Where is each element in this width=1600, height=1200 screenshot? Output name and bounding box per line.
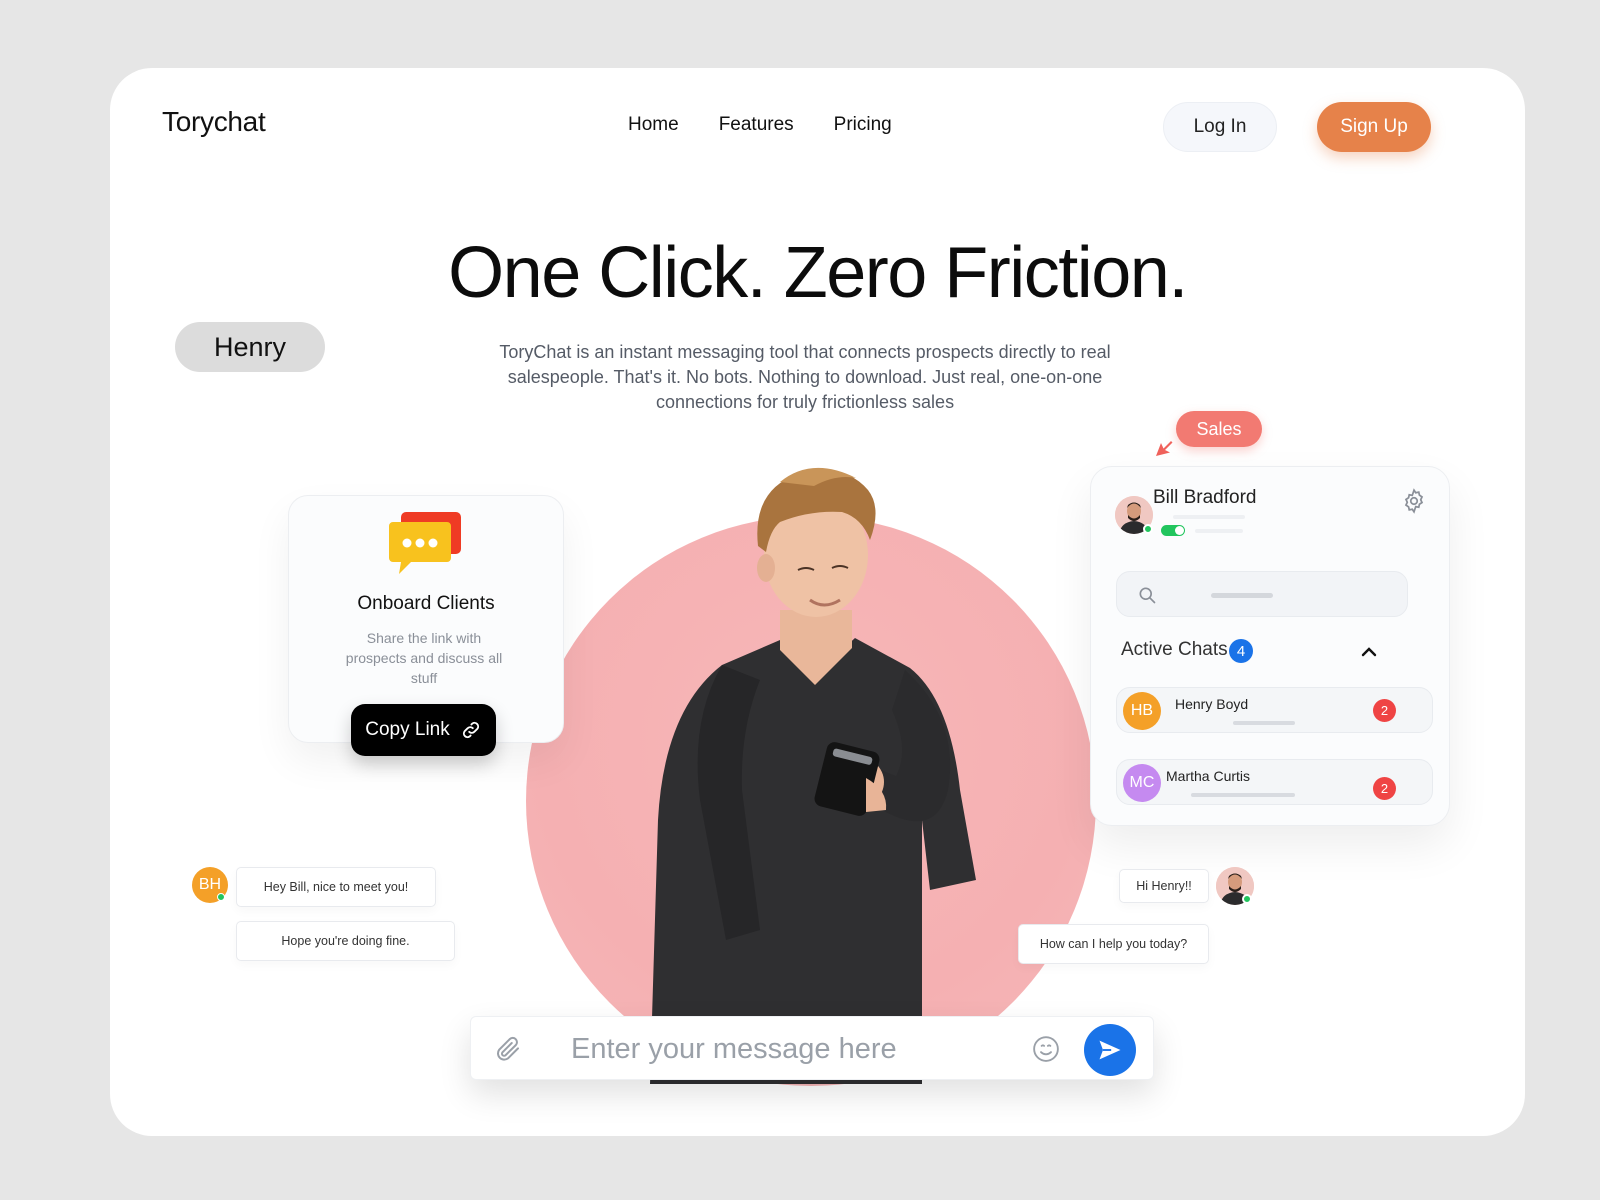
unread-badge: 2	[1373, 699, 1396, 722]
henry-tag: Henry	[175, 322, 325, 372]
availability-toggle[interactable]	[1161, 525, 1185, 536]
cursor-arrow-icon	[1156, 441, 1173, 456]
online-status-dot	[1242, 894, 1252, 904]
chat-preview-line	[1233, 721, 1295, 725]
status-placeholder-line	[1195, 529, 1243, 533]
avatar: HB	[1123, 692, 1161, 730]
panel-user-name: Bill Bradford	[1153, 487, 1257, 508]
agent-message: How can I help you today?	[1018, 924, 1209, 964]
chat-item-henry-boyd[interactable]: HB Henry Boyd 2	[1116, 687, 1433, 733]
panel-search-input[interactable]	[1116, 571, 1408, 617]
onboard-title: Onboard Clients	[357, 593, 495, 614]
visitor-message: Hey Bill, nice to meet you!	[236, 867, 436, 907]
active-chats-count: 4	[1229, 639, 1253, 663]
unread-badge: 2	[1373, 777, 1396, 800]
settings-gear-icon[interactable]	[1401, 488, 1427, 514]
person-with-phone-image	[650, 467, 976, 1084]
login-button[interactable]: Log In	[1163, 102, 1277, 152]
online-status-dot	[217, 893, 225, 901]
signup-button[interactable]: Sign Up	[1317, 102, 1431, 152]
sales-tag: Sales	[1176, 411, 1262, 447]
paperclip-icon[interactable]	[493, 1034, 523, 1064]
active-chats-label: Active Chats	[1121, 639, 1228, 660]
chat-item-name: Henry Boyd	[1175, 696, 1249, 712]
message-composer	[470, 1016, 1154, 1080]
chat-preview-line	[1191, 793, 1295, 797]
status-placeholder-line	[1173, 515, 1245, 519]
chat-item-martha-curtis[interactable]: MC Martha Curtis 2	[1116, 759, 1433, 805]
chat-panel: Bill Bradford Active Chats 4 HB Henry Bo…	[1090, 466, 1450, 826]
agent-message: Hi Henry!!	[1119, 869, 1209, 903]
nav-pricing[interactable]: Pricing	[834, 114, 892, 136]
onboard-description: Share the link with prospects and discus…	[345, 630, 503, 686]
search-icon	[1139, 587, 1156, 604]
hero-title: One Click. Zero Friction.	[448, 233, 1188, 313]
send-button[interactable]	[1084, 1024, 1136, 1076]
copy-link-button[interactable]: Copy Link	[351, 704, 496, 756]
chat-bubbles-icon	[389, 512, 461, 574]
hero-subtitle: ToryChat is an instant messaging tool th…	[499, 342, 1111, 412]
landing-card: Torychat Home Features Pricing Log In Si…	[110, 68, 1525, 1136]
avatar: MC	[1123, 764, 1161, 802]
brand-logo[interactable]: Torychat	[162, 106, 266, 138]
message-input[interactable]	[571, 1031, 991, 1067]
send-icon	[1099, 1040, 1121, 1060]
nav-home[interactable]: Home	[628, 114, 679, 136]
smiley-icon[interactable]	[1031, 1034, 1061, 1064]
search-placeholder-line	[1211, 593, 1273, 598]
main-nav: Home Features Pricing	[628, 114, 892, 136]
online-status-dot	[1143, 524, 1153, 534]
link-icon	[462, 721, 479, 739]
chevron-up-icon[interactable]	[1357, 640, 1381, 664]
chat-item-name: Martha Curtis	[1166, 768, 1251, 784]
nav-features[interactable]: Features	[719, 114, 794, 136]
copy-link-label: Copy Link	[365, 719, 450, 740]
visitor-message: Hope you're doing fine.	[236, 921, 455, 961]
